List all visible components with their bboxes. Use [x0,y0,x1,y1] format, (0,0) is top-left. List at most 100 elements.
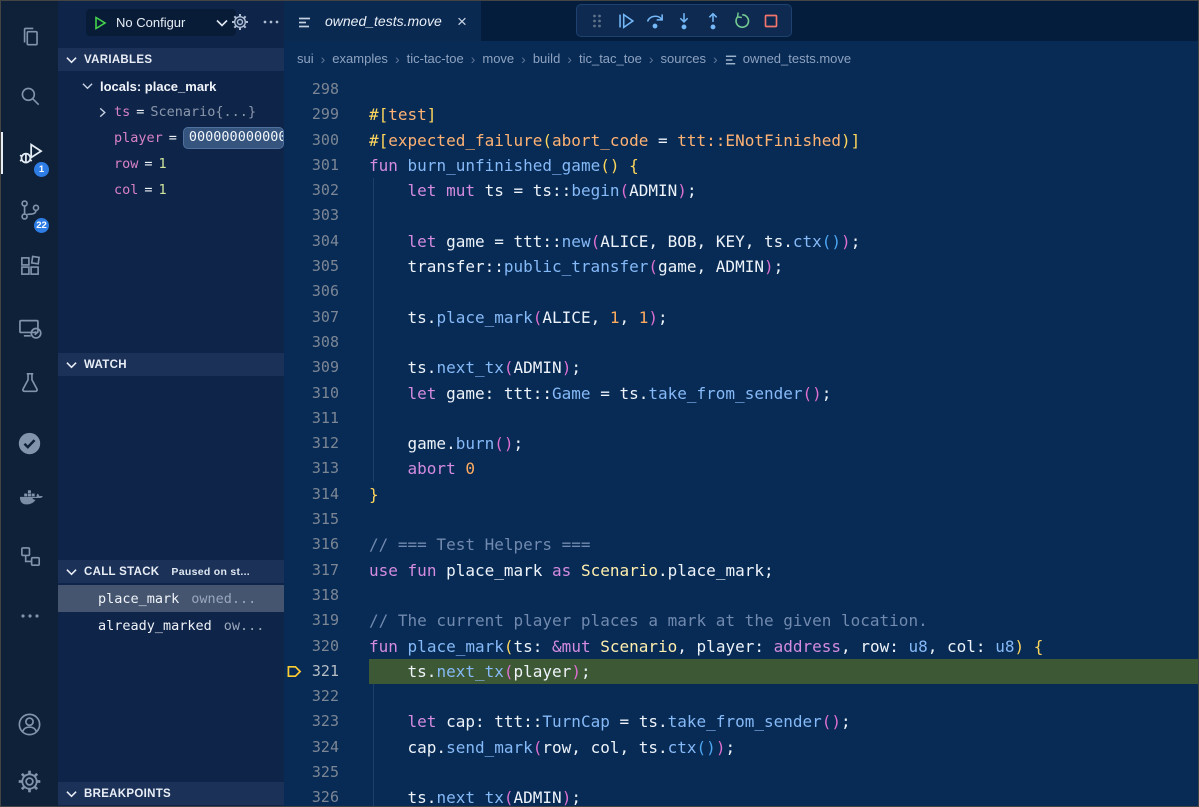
editor-gutter[interactable]: 308 [284,330,369,355]
code-line-content[interactable]: let mut ts = ts::begin(ADMIN); [369,178,1198,203]
code-line-content[interactable]: game.burn(); [369,431,1198,456]
editor-gutter[interactable]: 315 [284,507,369,532]
code-line[interactable]: 306 [284,279,1198,304]
code-line[interactable]: 315 [284,507,1198,532]
editor-gutter[interactable]: 298 [284,77,369,102]
code-line[interactable]: 326 ts.next_tx(ADMIN); [284,785,1198,806]
code-line-content[interactable] [369,760,1198,785]
step-out-button[interactable] [700,8,726,34]
settings-gear-icon[interactable] [1,762,58,800]
breadcrumb-item[interactable]: move [482,51,514,66]
code-line-content[interactable]: // The current player places a mark at t… [369,608,1198,633]
code-line-content[interactable] [369,507,1198,532]
editor-gutter[interactable]: 325 [284,760,369,785]
editor-gutter[interactable]: 306 [284,279,369,304]
testing-icon[interactable] [1,364,58,402]
code-line[interactable]: 299#[test] [284,102,1198,127]
editor-gutter[interactable]: 324 [284,735,369,760]
code-line-content[interactable] [369,330,1198,355]
code-line[interactable]: 298 [284,77,1198,102]
editor-gutter[interactable]: 305 [284,254,369,279]
remote-explorer-icon[interactable] [1,309,58,347]
breadcrumb-item[interactable]: owned_tests.move [743,51,851,66]
editor-gutter[interactable]: 317 [284,558,369,583]
breadcrumb-item[interactable]: examples [332,51,388,66]
editor-gutter[interactable]: 314 [284,482,369,507]
code-line[interactable]: 309 ts.next_tx(ADMIN); [284,355,1198,380]
code-line-content[interactable]: ts.next_tx(player); [369,659,1198,684]
code-line[interactable]: 302 let mut ts = ts::begin(ADMIN); [284,178,1198,203]
variable-row[interactable]: col=1 [58,177,284,203]
code-line[interactable]: 300#[expected_failure(abort_code = ttt::… [284,128,1198,153]
code-line[interactable]: 303 [284,203,1198,228]
docker-icon[interactable] [1,479,58,517]
views-more-actions-icon[interactable] [260,10,282,34]
code-line-content[interactable]: let game = ttt::new(ALICE, BOB, KEY, ts.… [369,229,1198,254]
editor-gutter[interactable]: 301 [284,153,369,178]
editor-gutter[interactable]: 304 [284,229,369,254]
editor-gutter[interactable]: 310 [284,381,369,406]
code-line-content[interactable]: abort 0 [369,456,1198,481]
variable-row[interactable]: player=000000000000… [58,125,284,151]
code-line[interactable]: 308 [284,330,1198,355]
run-debug-icon[interactable]: 1 [1,135,58,173]
code-line-content[interactable]: ts.next_tx(ADMIN); [369,355,1198,380]
breadcrumb-item[interactable]: sui [297,51,314,66]
check-circle-icon[interactable] [1,424,58,462]
code-line[interactable]: 316// === Test Helpers === [284,532,1198,557]
editor-gutter[interactable]: 303 [284,203,369,228]
editor-gutter[interactable]: 313 [284,456,369,481]
code-line[interactable]: 314} [284,482,1198,507]
code-line[interactable]: 304 let game = ttt::new(ALICE, BOB, KEY,… [284,229,1198,254]
variables-section-header[interactable]: VARIABLES [58,48,284,71]
code-line-content[interactable]: transfer::public_transfer(game, ADMIN); [369,254,1198,279]
code-editor[interactable]: 298299#[test]300#[expected_failure(abort… [284,77,1198,806]
breadcrumb-item[interactable]: build [533,51,560,66]
code-line-content[interactable]: let game: ttt::Game = ts.take_from_sende… [369,381,1198,406]
more-views-icon[interactable] [1,597,58,635]
editor-gutter[interactable]: 321 [284,659,369,684]
hierarchy-icon[interactable] [1,537,58,575]
extensions-icon[interactable] [1,247,58,285]
code-line[interactable]: 307 ts.place_mark(ALICE, 1, 1); [284,305,1198,330]
step-over-button[interactable] [642,8,668,34]
code-line-content[interactable] [369,684,1198,709]
account-icon[interactable] [1,705,58,743]
code-line-content[interactable] [369,406,1198,431]
code-line[interactable]: 317use fun place_mark as Scenario.place_… [284,558,1198,583]
code-line-content[interactable]: let cap: ttt::TurnCap = ts.take_from_sen… [369,709,1198,734]
editor-gutter[interactable]: 326 [284,785,369,806]
tab-owned-tests-move[interactable]: owned_tests.move × [284,1,481,41]
variables-scope-row[interactable]: locals: place_mark [58,73,284,99]
code-line[interactable]: 324 cap.send_mark(row, col, ts.ctx()); [284,735,1198,760]
editor-gutter[interactable]: 320 [284,634,369,659]
tab-close-icon[interactable]: × [453,13,471,30]
debug-settings-gear-icon[interactable] [228,10,252,34]
code-line[interactable]: 319// The current player places a mark a… [284,608,1198,633]
code-line[interactable]: 313 abort 0 [284,456,1198,481]
code-line[interactable]: 301fun burn_unfinished_game() { [284,153,1198,178]
code-line-content[interactable]: ts.next_tx(ADMIN); [369,785,1198,806]
editor-gutter[interactable]: 316 [284,532,369,557]
watch-section-header[interactable]: WATCH [58,353,284,376]
editor-gutter[interactable]: 318 [284,583,369,608]
toolbar-drag-handle[interactable] [584,8,610,34]
code-line-content[interactable]: fun burn_unfinished_game() { [369,153,1198,178]
launch-config-dropdown[interactable]: No Configur [86,9,236,36]
start-debug-icon[interactable] [94,16,107,30]
code-line-content[interactable]: fun place_mark(ts: &mut Scenario, player… [369,634,1198,659]
stop-button[interactable] [758,8,784,34]
code-line-content[interactable] [369,203,1198,228]
continue-button[interactable] [613,8,639,34]
code-line-content[interactable]: ts.place_mark(ALICE, 1, 1); [369,305,1198,330]
step-into-button[interactable] [671,8,697,34]
code-line-content[interactable]: // === Test Helpers === [369,532,1198,557]
editor-gutter[interactable]: 312 [284,431,369,456]
stack-frame[interactable]: already_markedow... [58,612,284,639]
variable-row[interactable]: row=1 [58,151,284,177]
editor-gutter[interactable]: 309 [284,355,369,380]
code-line-content[interactable] [369,583,1198,608]
editor-gutter[interactable]: 299 [284,102,369,127]
code-line[interactable]: 323 let cap: ttt::TurnCap = ts.take_from… [284,709,1198,734]
editor-gutter[interactable]: 323 [284,709,369,734]
